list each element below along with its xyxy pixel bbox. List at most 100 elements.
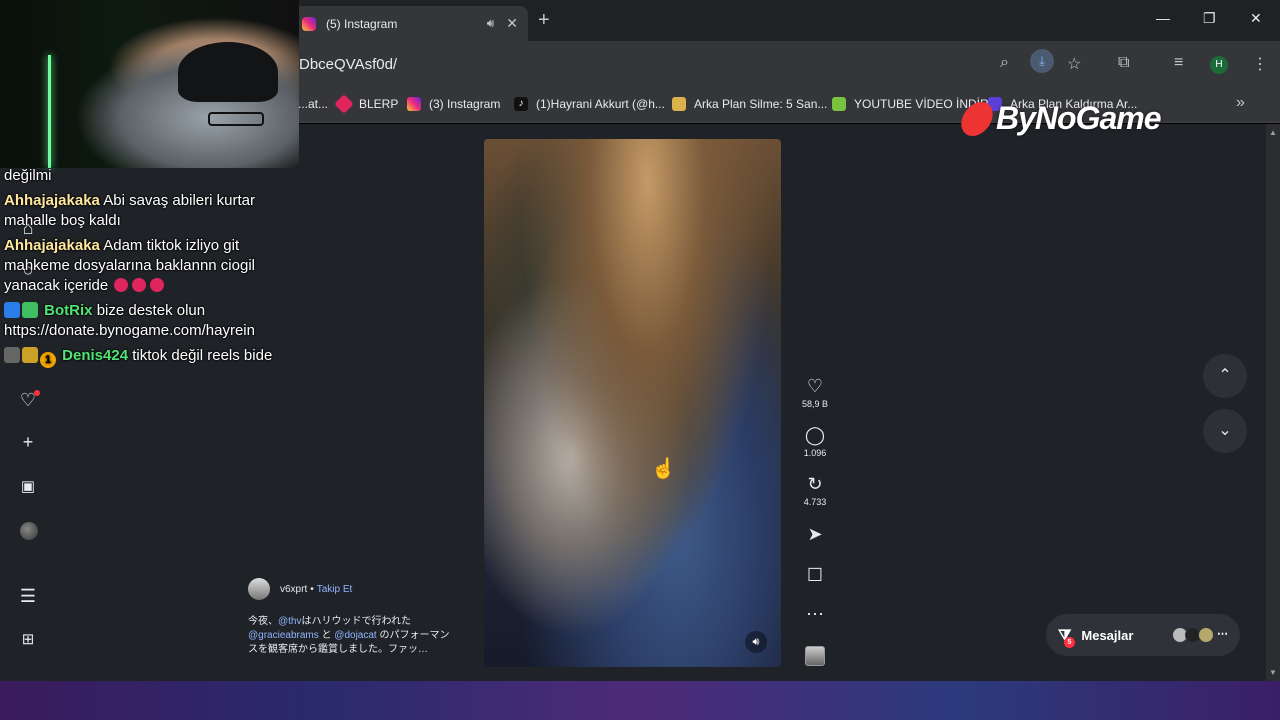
previous-reel-button[interactable]: ⌃ <box>1203 354 1247 398</box>
angry-emote-icon <box>114 278 129 292</box>
author-avatar[interactable] <box>248 578 270 600</box>
messages-badge: 5 <box>1064 636 1075 648</box>
install-app-icon[interactable]: ⤓ <box>1030 49 1054 73</box>
chevron-down-icon: ⌄ <box>1218 422 1232 439</box>
more-bookmarks-icon[interactable]: » <box>1236 94 1245 112</box>
follow-button[interactable]: Takip Et <box>317 584 353 595</box>
more-dots-icon: ⋯ <box>1217 628 1228 640</box>
scroll-up-arrow-icon[interactable]: ▲ <box>1269 128 1277 137</box>
chat-username: Ahhajajakaka <box>4 237 100 254</box>
more-options-action[interactable]: ⋯ <box>800 604 830 625</box>
caption-text: と <box>318 630 335 641</box>
chat-message: Ahhajajakaka Adam tiktok izliyo git mahk… <box>4 236 296 296</box>
repost-action[interactable]: ↻ 4.733 <box>800 474 830 507</box>
bookmark-item[interactable]: ...at... <box>298 97 328 111</box>
chat-message: BotRix bize destek olun https://donate.b… <box>4 301 296 341</box>
bookmark-label: ...at... <box>298 97 329 111</box>
webcam-light-strip <box>48 55 51 168</box>
speaker-icon[interactable]: 🔊︎ <box>487 16 495 31</box>
close-window-button[interactable]: ✕ <box>1250 10 1262 27</box>
bookmark-label: (3) Instagram <box>429 97 501 111</box>
notification-dot <box>34 390 40 396</box>
menu-icon[interactable]: ⋮ <box>1252 54 1268 74</box>
message-avatars: ⋯ <box>1172 627 1228 643</box>
mention-link[interactable]: @dojacat <box>334 630 376 641</box>
chat-username: Denis424 <box>62 347 129 364</box>
new-tab-button[interactable]: + <box>538 9 550 32</box>
webcam-person <box>178 42 278 102</box>
next-reel-button[interactable]: ⌄ <box>1203 409 1247 453</box>
zoom-icon[interactable]: ⌕ <box>1000 54 1009 72</box>
share-action[interactable]: ➤ <box>800 524 830 545</box>
author-name[interactable]: v6xprt <box>280 584 307 595</box>
bookmark-item[interactable]: BLERP <box>334 94 399 114</box>
media-control-icon[interactable]: ≡ <box>1174 54 1183 72</box>
watermark-text: ByNoGame <box>996 100 1161 136</box>
more-dots-icon[interactable]: ⋯ <box>800 604 830 625</box>
repost-count: 4.733 <box>803 497 827 507</box>
comment-icon[interactable]: ◯ <box>800 425 830 446</box>
bookmark-item[interactable]: (3) Instagram <box>407 97 500 111</box>
repost-icon[interactable]: ↻ <box>800 474 830 495</box>
mention-link[interactable]: @gracieabrams <box>248 630 319 641</box>
dashboard-icon[interactable]: ▣ <box>18 477 38 495</box>
mention-link[interactable]: @thv <box>278 616 302 627</box>
messages-button[interactable]: ⧩ 5 Mesajlar ⋯ <box>1046 614 1240 656</box>
chevron-up-icon: ⌃ <box>1218 367 1232 384</box>
user-badge-icon <box>4 347 20 363</box>
sub-badge: 1 <box>40 352 56 368</box>
chat-text: tiktok değil reels bide <box>132 347 273 364</box>
chat-text: değilmi <box>4 167 52 184</box>
extensions-icon[interactable]: ⧉ <box>1118 54 1129 72</box>
crown-badge-icon <box>22 347 38 363</box>
bookmark-item[interactable]: ♪ (1)Hayrani Akkurt (@h... <box>514 97 665 111</box>
apps-grid-icon[interactable]: ⊞ <box>18 630 38 648</box>
instagram-icon <box>407 97 421 111</box>
restore-button[interactable]: ❐ <box>1203 10 1216 27</box>
create-plus-icon[interactable]: + <box>18 432 38 453</box>
tab-title: (5) Instagram <box>326 16 398 31</box>
webcam-glasses <box>208 112 264 126</box>
blerp-icon <box>334 94 354 114</box>
heart-icon[interactable]: ♡ <box>800 376 830 397</box>
instagram-icon <box>302 16 316 31</box>
messenger-icon: ⧩ 5 <box>1058 627 1075 648</box>
like-count: 58,9 B <box>801 399 829 409</box>
bynogame-logo-icon <box>957 101 997 136</box>
bookmark-label: (1)Hayrani Akkurt (@h... <box>536 97 665 111</box>
avatar <box>1198 627 1214 643</box>
bookmark-item[interactable]: Arka Plan Silme: 5 San... <box>672 97 827 111</box>
webcam-overlay <box>0 0 299 168</box>
send-icon[interactable]: ➤ <box>800 524 830 545</box>
profile-avatar[interactable]: H <box>1210 56 1228 74</box>
close-tab-icon[interactable]: ✕ <box>506 15 518 32</box>
chat-message: değilmi <box>4 166 296 186</box>
messages-label: Mesajlar <box>1081 627 1134 643</box>
page-scrollbar[interactable]: ▲ ▼ <box>1266 124 1280 681</box>
browser-tab-instagram[interactable]: (5) Instagram 🔊︎ ✕ <box>292 6 528 41</box>
save-action[interactable]: ☐ <box>800 565 830 586</box>
chat-text: bize destek olun https://donate.bynogame… <box>4 302 255 339</box>
angry-emote-icon <box>150 278 165 292</box>
more-menu-icon[interactable]: ☰ <box>18 586 38 607</box>
stream-chat: değilmi Ahhajajakaka Abi savaş abileri k… <box>4 166 296 373</box>
stream-overlay-strip <box>0 681 1280 720</box>
comment-count: 1.096 <box>803 448 827 458</box>
reel-video[interactable]: 🔊︎ <box>484 139 781 667</box>
volume-icon[interactable]: 🔊︎ <box>745 631 767 653</box>
bookmark-star-icon[interactable]: ☆ <box>1067 54 1081 74</box>
minimize-button[interactable]: — <box>1156 10 1170 26</box>
post-caption[interactable]: 今夜、@thvはハリウッドで行われた @gracieabrams と @dojac… <box>248 615 458 657</box>
chat-message: Ahhajajakaka Abi savaş abileri kurtar ma… <box>4 191 296 231</box>
url-field[interactable]: DbceQVAsf0d/ <box>299 56 397 73</box>
bookmark-label: Arka Plan Silme: 5 San... <box>694 97 828 111</box>
audio-thumbnail[interactable] <box>805 646 825 666</box>
comment-action[interactable]: ◯ 1.096 <box>800 425 830 458</box>
profile-avatar-nav[interactable] <box>20 522 38 540</box>
bynogame-watermark: ByNoGame <box>957 100 1161 137</box>
bookmark-label: BLERP <box>359 97 399 111</box>
layers-icon <box>672 97 686 111</box>
scroll-down-arrow-icon[interactable]: ▼ <box>1269 668 1277 677</box>
bookmark-icon[interactable]: ☐ <box>800 565 830 586</box>
like-action[interactable]: ♡ 58,9 B <box>800 376 830 409</box>
